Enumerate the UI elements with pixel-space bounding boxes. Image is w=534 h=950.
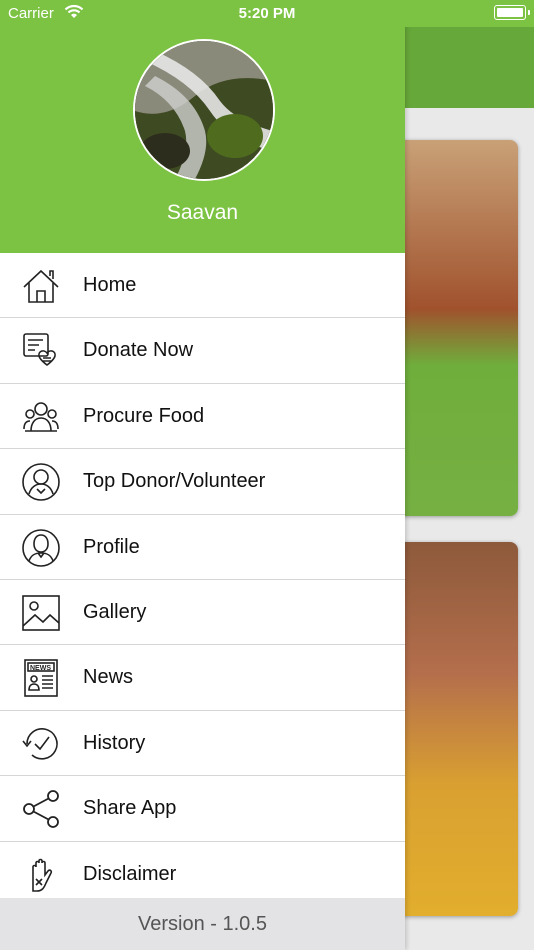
profile-icon <box>21 528 61 568</box>
svg-text:NEWS: NEWS <box>30 665 51 672</box>
menu-item-profile[interactable]: Profile <box>0 515 405 580</box>
menu-label: Top Donor/Volunteer <box>83 470 266 493</box>
menu-item-donate-now[interactable]: Donate Now <box>0 318 405 384</box>
menu-label: Disclaimer <box>83 862 177 885</box>
menu-label: History <box>83 731 146 754</box>
menu-item-top-donor[interactable]: Top Donor/Volunteer <box>0 449 405 515</box>
gallery-icon <box>21 593 61 633</box>
avatar[interactable] <box>133 39 275 181</box>
drawer-menu: Home Donate Now Procure Food Top Donor/V… <box>0 253 405 907</box>
top-donor-icon <box>21 462 61 502</box>
menu-item-home[interactable]: Home <box>0 253 405 319</box>
menu-label: News <box>83 666 134 689</box>
disclaimer-icon <box>21 855 61 895</box>
menu-item-share-app[interactable]: Share App <box>0 776 405 842</box>
status-time: 5:20 PM <box>238 5 296 22</box>
side-drawer: Saavan Home Donate Now Procure Food Top … <box>0 0 405 950</box>
share-icon <box>21 789 61 829</box>
menu-label: Profile <box>83 535 140 558</box>
menu-item-gallery[interactable]: Gallery <box>0 580 405 646</box>
procure-food-icon <box>21 397 61 437</box>
news-icon: NEWS <box>21 658 61 698</box>
status-bar: Carrier 5:20 PM <box>0 0 534 27</box>
drawer-header: Saavan <box>0 0 405 253</box>
menu-label: Donate Now <box>83 339 194 362</box>
menu-label: Gallery <box>83 600 147 623</box>
menu-label: Procure Food <box>83 404 205 427</box>
version-label: Version - 1.0.5 <box>0 898 405 950</box>
menu-label: Share App <box>83 797 177 820</box>
menu-item-history[interactable]: History <box>0 711 405 777</box>
user-name: Saavan <box>166 201 239 224</box>
history-icon <box>21 724 61 764</box>
menu-item-procure-food[interactable]: Procure Food <box>0 384 405 450</box>
home-icon <box>21 266 61 306</box>
donate-icon <box>21 331 61 371</box>
menu-item-news[interactable]: NEWS News <box>0 645 405 711</box>
battery-icon <box>494 5 530 20</box>
menu-label: Home <box>83 274 137 296</box>
